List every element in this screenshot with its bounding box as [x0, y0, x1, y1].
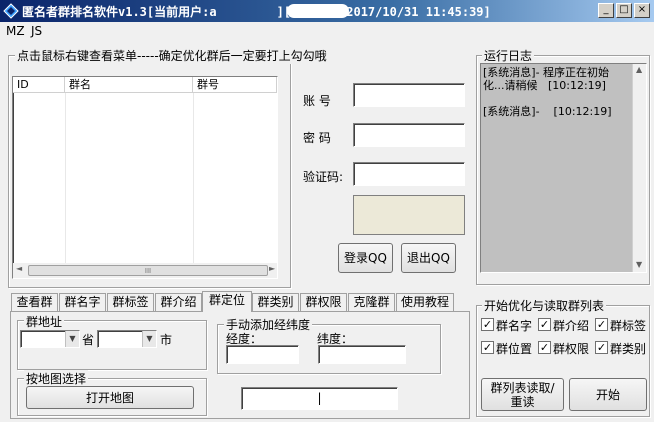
longitude-input[interactable]: [226, 345, 299, 364]
tab-group-location[interactable]: 群定位: [202, 291, 252, 312]
column-header-number[interactable]: 群号: [193, 77, 277, 93]
tab-group-category[interactable]: 群类别: [252, 293, 299, 311]
tab-clone-group[interactable]: 克隆群: [348, 293, 395, 311]
log-label: 运行日志: [482, 47, 535, 64]
log-textarea[interactable]: [系统消息]- 程序正在初始 化...请稍候 [10:12:19] [系统消息]- …: [480, 63, 647, 273]
read-button-line: 群列表读取/: [490, 380, 555, 395]
checkbox-group-location[interactable]: ✓: [481, 341, 494, 354]
account-input[interactable]: [353, 83, 465, 107]
optimize-label: 开始优化与读取群列表: [482, 297, 607, 314]
window-title-left: 匿名者群排名软件v1.3[当前用户:a: [22, 5, 217, 19]
title-bar[interactable]: 匿名者群排名软件v1.3[当前用户:a][到期时间:2017/10/31 11:…: [0, 0, 654, 22]
checkbox-label: 群标签: [610, 319, 647, 333]
scroll-right-icon[interactable]: ►: [269, 264, 275, 273]
column-header-name[interactable]: 群名: [65, 77, 193, 93]
minimize-button[interactable]: _: [598, 3, 614, 18]
log-line: [系统消息]- [10:12:19]: [483, 105, 612, 118]
read-group-list-button[interactable]: 群列表读取/ 重读: [481, 378, 564, 411]
vertical-scrollbar[interactable]: ▲ ▼: [632, 64, 646, 272]
tab-group-permission[interactable]: 群权限: [300, 293, 347, 311]
checkbox-group-permission[interactable]: ✓: [538, 341, 551, 354]
password-label: 密 码: [303, 131, 331, 145]
scroll-up-icon[interactable]: ▲: [636, 65, 642, 74]
tab-group-tag[interactable]: 群标签: [107, 293, 154, 311]
login-button[interactable]: 登录QQ: [338, 243, 393, 273]
group-list-table[interactable]: ID 群名 群号 ◄ III ►: [12, 76, 278, 279]
captcha-input[interactable]: [353, 162, 465, 186]
checkbox-label: 群位置: [496, 342, 533, 356]
captcha-image[interactable]: [353, 195, 465, 235]
log-text: [系统消息]- 程序正在初始 化...请稍候 [10:12:19] [系统消息]- …: [483, 66, 631, 118]
checkbox-label: 群名字: [496, 319, 533, 333]
checkbox-label: 群权限: [553, 342, 590, 356]
tab-group-name[interactable]: 群名字: [59, 293, 106, 311]
group-list-label: 点击鼠标右键查看菜单-----确定优化群后一定要打上勾勾哦: [15, 47, 329, 64]
province-select[interactable]: ▼: [20, 330, 80, 348]
chevron-down-icon[interactable]: ▼: [65, 331, 79, 347]
scroll-thumb[interactable]: III: [28, 265, 268, 276]
tab-view-group[interactable]: 查看群: [11, 293, 58, 311]
horizontal-scrollbar[interactable]: ◄ III ►: [13, 263, 277, 278]
city-select[interactable]: ▼: [97, 330, 157, 348]
checkbox-group-intro[interactable]: ✓: [538, 318, 551, 331]
column-divider: [65, 93, 66, 263]
password-input[interactable]: [353, 123, 465, 147]
account-label: 账 号: [303, 94, 331, 108]
checkbox-group-tag[interactable]: ✓: [595, 318, 608, 331]
tab-group-intro[interactable]: 群介绍: [155, 293, 202, 311]
scroll-down-icon[interactable]: ▼: [636, 260, 642, 269]
map-label: 按地图选择: [24, 370, 89, 387]
column-header-id[interactable]: ID: [13, 77, 65, 93]
logout-button[interactable]: 退出QQ: [401, 243, 456, 273]
maximize-button[interactable]: □: [616, 3, 632, 18]
menu-item-js[interactable]: JS: [31, 24, 42, 38]
menu-bar: MZ JS: [0, 22, 654, 40]
column-divider: [193, 93, 194, 263]
log-line: 化...请稍候 [10:12:19]: [483, 79, 606, 92]
open-map-button[interactable]: 打开地图: [26, 386, 194, 409]
log-line: [系统消息]- 程序正在初始: [483, 66, 610, 79]
address-label: 群地址: [24, 313, 65, 330]
redacted-username: [287, 4, 349, 18]
start-button[interactable]: 开始: [569, 378, 647, 411]
checkbox-label: 群类别: [610, 342, 647, 356]
checkbox-group-name[interactable]: ✓: [481, 318, 494, 331]
checkbox-group-category[interactable]: ✓: [595, 341, 608, 354]
city-label: 市: [160, 333, 173, 347]
scroll-left-icon[interactable]: ◄: [16, 264, 22, 273]
checkbox-label: 群介绍: [553, 319, 590, 333]
window-title: 匿名者群排名软件v1.3[当前用户:a][到期时间:2017/10/31 11:…: [22, 3, 491, 20]
latitude-input[interactable]: [318, 345, 406, 364]
captcha-label: 验证码:: [303, 170, 344, 184]
menu-item-mz[interactable]: MZ: [6, 24, 25, 38]
tab-tutorial[interactable]: 使用教程: [396, 293, 454, 311]
province-label: 省: [82, 333, 95, 347]
close-button[interactable]: ×: [634, 3, 650, 18]
app-logo-icon: [3, 3, 19, 19]
bottom-input[interactable]: |: [241, 387, 398, 410]
chevron-down-icon[interactable]: ▼: [142, 331, 156, 347]
read-button-line: 重读: [510, 394, 535, 409]
